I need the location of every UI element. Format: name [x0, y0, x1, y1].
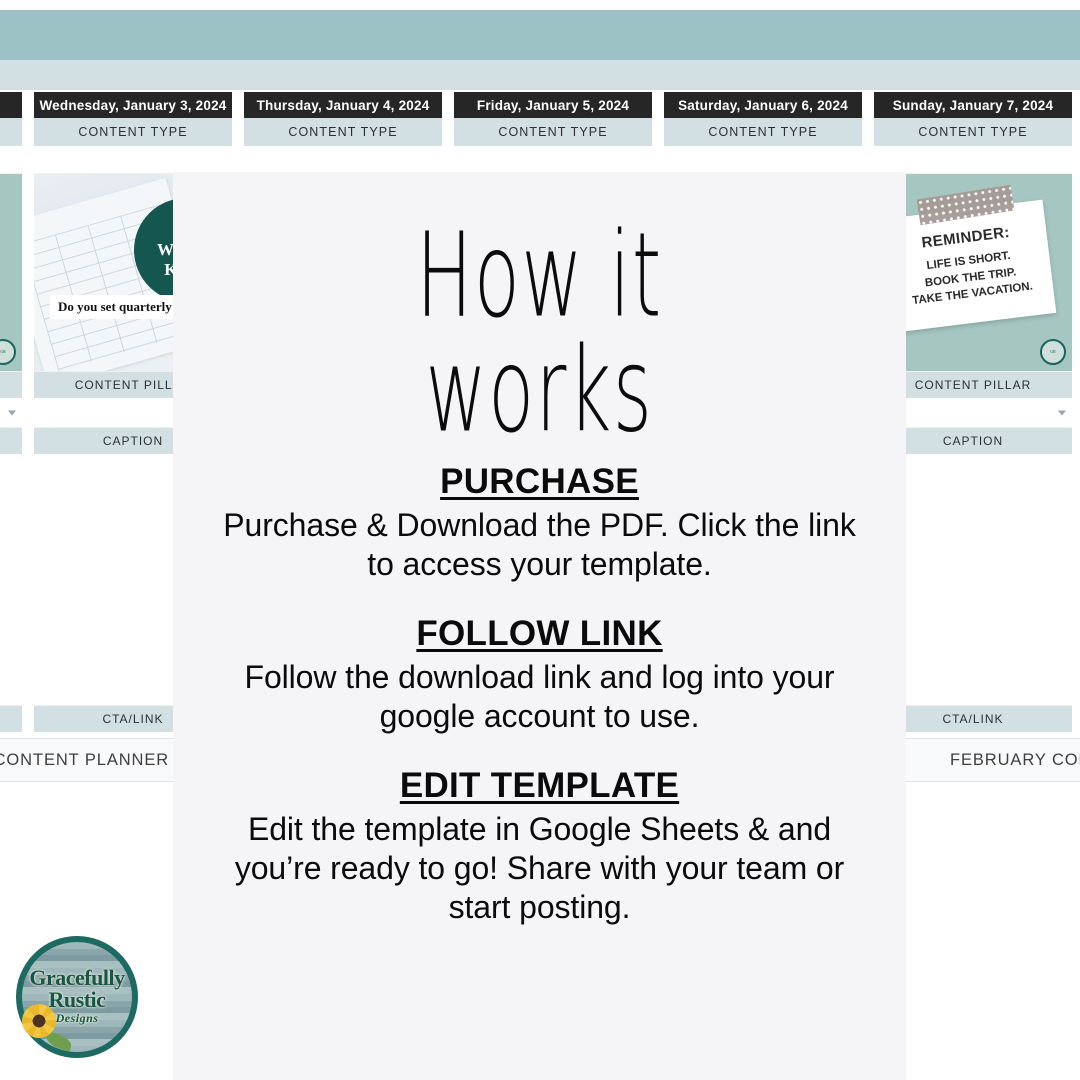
- logo-watermark-icon: GR: [1040, 339, 1066, 365]
- column-content-type: CONTENT TYPE: [454, 118, 652, 146]
- cell-dropdown[interactable]: [0, 398, 22, 428]
- overlay-heading: How it works: [416, 207, 663, 459]
- logo-line-2: Rustic: [48, 987, 106, 1013]
- logo-line-1: Gracefully: [29, 964, 125, 990]
- question-strip: Do you set quarterly: [50, 295, 180, 319]
- column-date-header: Wednesday, January 3, 2024: [34, 92, 232, 118]
- cell-blank[interactable]: [874, 146, 1072, 174]
- sunflower-icon: [22, 1004, 56, 1038]
- cell-caption-body[interactable]: [0, 454, 22, 706]
- step-purchase: PURCHASE Purchase & Download the PDF. Cl…: [215, 462, 864, 584]
- logo-watermark-icon: GR: [0, 339, 16, 365]
- step-body: Edit the template in Google Sheets & and…: [234, 811, 845, 926]
- step-title: PURCHASE: [440, 462, 639, 502]
- column-content-type: CONTENT TYPE: [34, 118, 232, 146]
- sage-thumbnail-art: GR: [0, 174, 22, 371]
- row-label-cta: [0, 706, 22, 732]
- step-edit-template: EDIT TEMPLATE Edit the template in Googl…: [215, 766, 864, 927]
- thumbnail-cell[interactable]: GR: [0, 174, 22, 372]
- step-follow-link: FOLLOW LINK Follow the download link and…: [215, 614, 864, 736]
- cell-blank[interactable]: [244, 146, 442, 174]
- how-it-works-overlay: How it works PURCHASE Purchase & Downloa…: [173, 172, 906, 1080]
- column-date-header: Thursday, January 4, 2024: [244, 92, 442, 118]
- step-title: EDIT TEMPLATE: [399, 766, 680, 806]
- column-date-header: Friday, January 5, 2024: [454, 92, 652, 118]
- column-date-header: Saturday, January 6, 2024: [664, 92, 862, 118]
- slide-canvas: GR Wednesday, January 3, 2024 CONTENT TY…: [0, 0, 1080, 1080]
- chevron-down-icon: [1058, 410, 1066, 415]
- cell-blank[interactable]: [0, 146, 22, 174]
- sticky-note: REMINDER: LIFE IS SHORT. BOOK THE TRIP. …: [881, 199, 1057, 334]
- header-band-pale: [0, 60, 1080, 90]
- column-date-header: [0, 92, 22, 118]
- step-title: FOLLOW LINK: [416, 614, 663, 654]
- row-label-content-pillar: [0, 372, 22, 398]
- reminder-body: LIFE IS SHORT. BOOK THE TRIP. TAKE THE V…: [911, 250, 1034, 309]
- step-body: Purchase & Download the PDF. Click the l…: [223, 507, 856, 583]
- column-content-type: CONTENT TYPE: [244, 118, 442, 146]
- column-content-type: CONTENT TYPE: [874, 118, 1072, 146]
- brand-logo: Gracefully Rustic Designs: [16, 936, 138, 1058]
- sheet-tab-january[interactable]: RY CONTENT PLANNER: [0, 751, 181, 770]
- cell-blank[interactable]: [34, 146, 232, 174]
- reminder-title: REMINDER:: [920, 224, 1011, 253]
- logo-line-3: Designs: [55, 1011, 99, 1026]
- column-content-type: [0, 118, 22, 146]
- cell-blank[interactable]: [454, 146, 652, 174]
- logo-text: Gracefully Rustic Designs: [16, 936, 138, 1058]
- column-date-header: Sunday, January 7, 2024: [874, 92, 1072, 118]
- row-label-caption: [0, 428, 22, 454]
- header-band-sage: [0, 10, 1080, 60]
- column-content-type: CONTENT TYPE: [664, 118, 862, 146]
- planner-column[interactable]: GR: [0, 92, 22, 732]
- sheet-tab-february[interactable]: FEBRUARY CONTENT: [938, 751, 1080, 770]
- step-body: Follow the download link and log into yo…: [244, 659, 835, 735]
- cell-blank[interactable]: [664, 146, 862, 174]
- chevron-down-icon: [8, 410, 16, 415]
